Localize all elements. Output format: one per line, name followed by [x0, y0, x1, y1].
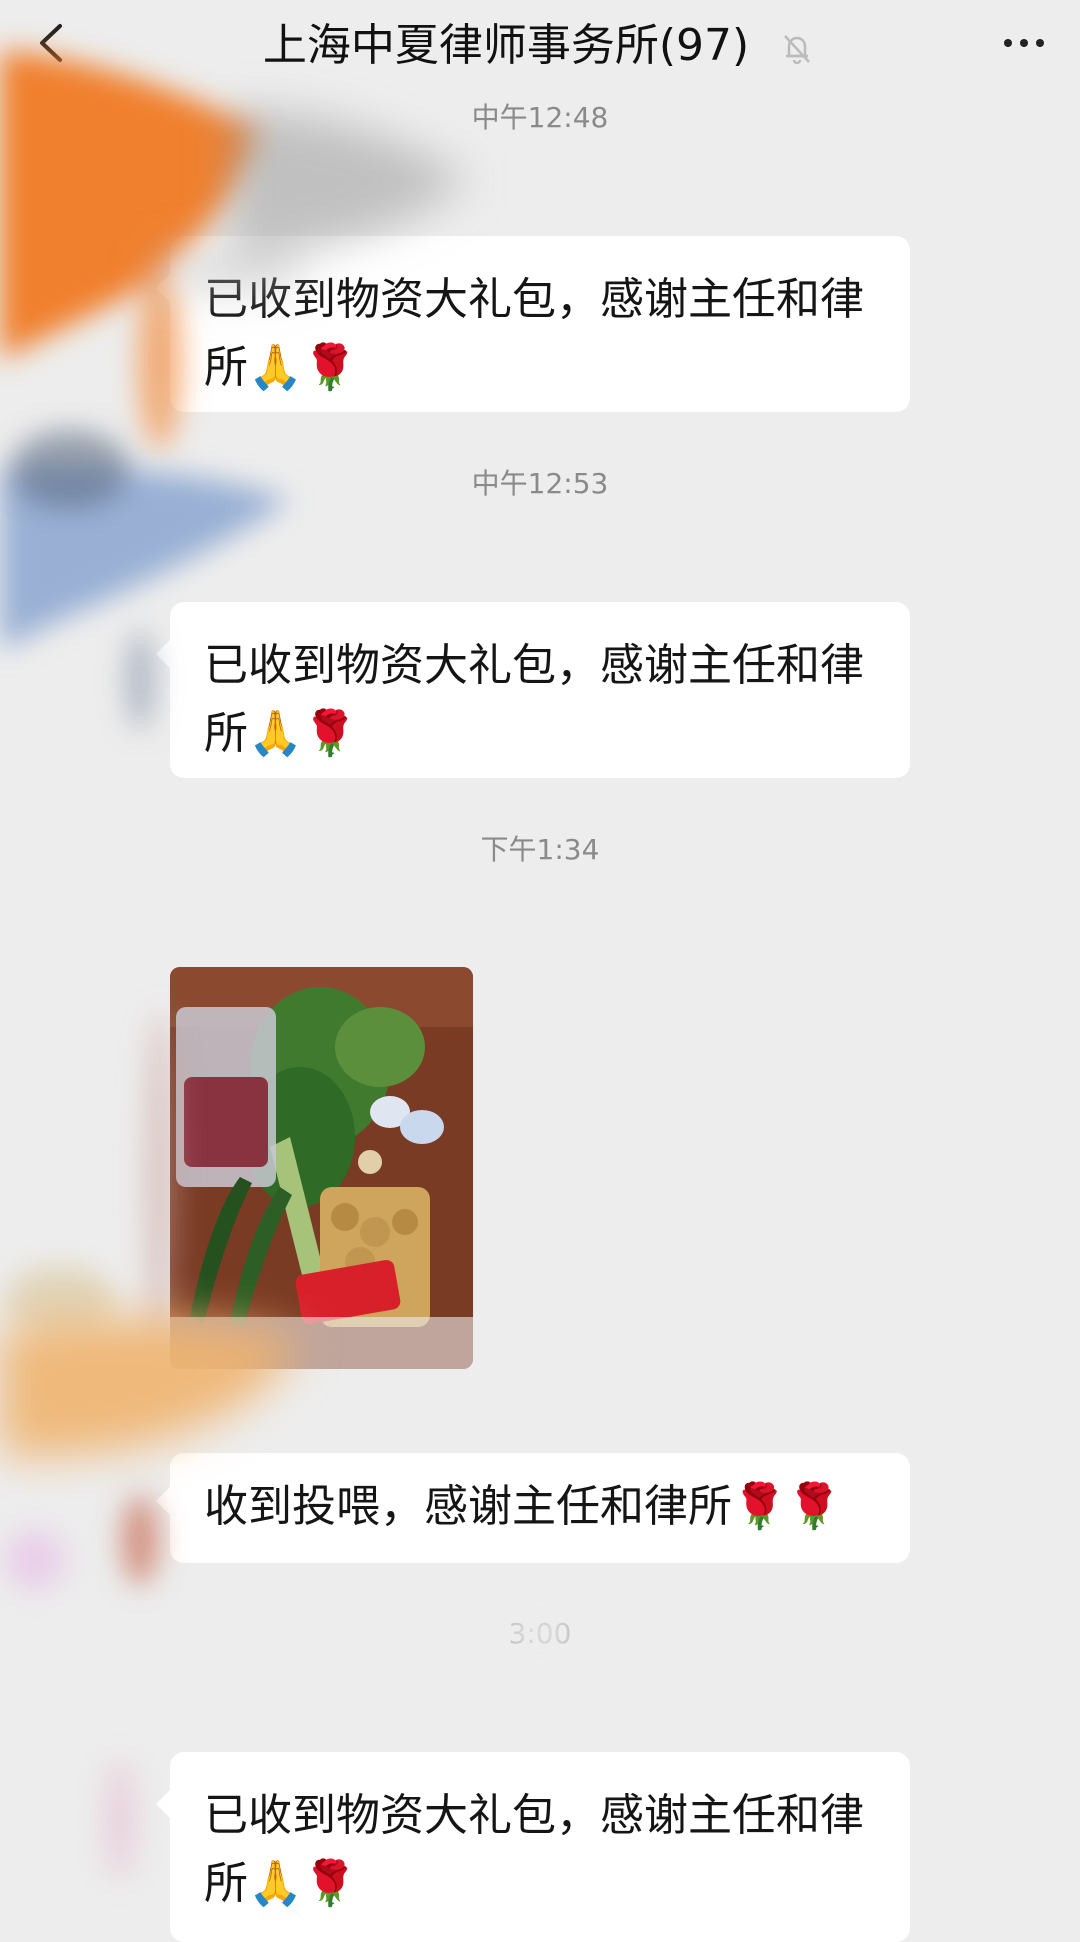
message-timestamp: 下午1:34: [480, 833, 600, 866]
bubble-arrow: [156, 274, 170, 302]
groceries-photo[interactable]: [170, 967, 473, 1369]
chat-title: 上海中夏律师事务所(97): [200, 16, 880, 76]
message-text: 已收到物资大礼包，感谢主任和律所🙏🌹: [204, 1790, 864, 1909]
bell-off-icon: [784, 35, 811, 65]
groceries-photo-image: [170, 967, 473, 1369]
message-bubble[interactable]: 已收到物资大礼包，感谢主任和律所🙏🌹: [156, 1752, 910, 1942]
message-bubble[interactable]: 已收到物资大礼包，感谢主任和律所🙏🌹: [156, 602, 910, 778]
bubble-arrow: [156, 1790, 170, 1818]
message-timestamp: 3:00: [508, 1617, 572, 1650]
chat-title-text: 上海中夏律师事务所(97): [262, 20, 750, 71]
message-text: 收到投喂，感谢主任和律所🌹🌹: [204, 1481, 842, 1532]
more-dot: [1004, 39, 1012, 47]
message-timestamp: 中午12:53: [471, 467, 609, 500]
chat-header: 上海中夏律师事务所(97): [0, 0, 1080, 100]
message-text: 已收到物资大礼包，感谢主任和律所🙏🌹: [204, 274, 864, 393]
message-bubble[interactable]: 已收到物资大礼包，感谢主任和律所🙏🌹: [156, 236, 910, 412]
more-options-button[interactable]: [994, 18, 1054, 68]
message-text: 已收到物资大礼包，感谢主任和律所🙏🌹: [204, 640, 864, 759]
chevron-left-icon[interactable]: [30, 18, 74, 68]
bubble-arrow: [156, 1487, 170, 1515]
message-timestamp: 中午12:48: [471, 101, 609, 134]
bubble-arrow: [156, 640, 170, 668]
more-dot: [1020, 39, 1028, 47]
message-bubble[interactable]: 收到投喂，感谢主任和律所🌹🌹: [156, 1453, 910, 1563]
more-dot: [1036, 39, 1044, 47]
